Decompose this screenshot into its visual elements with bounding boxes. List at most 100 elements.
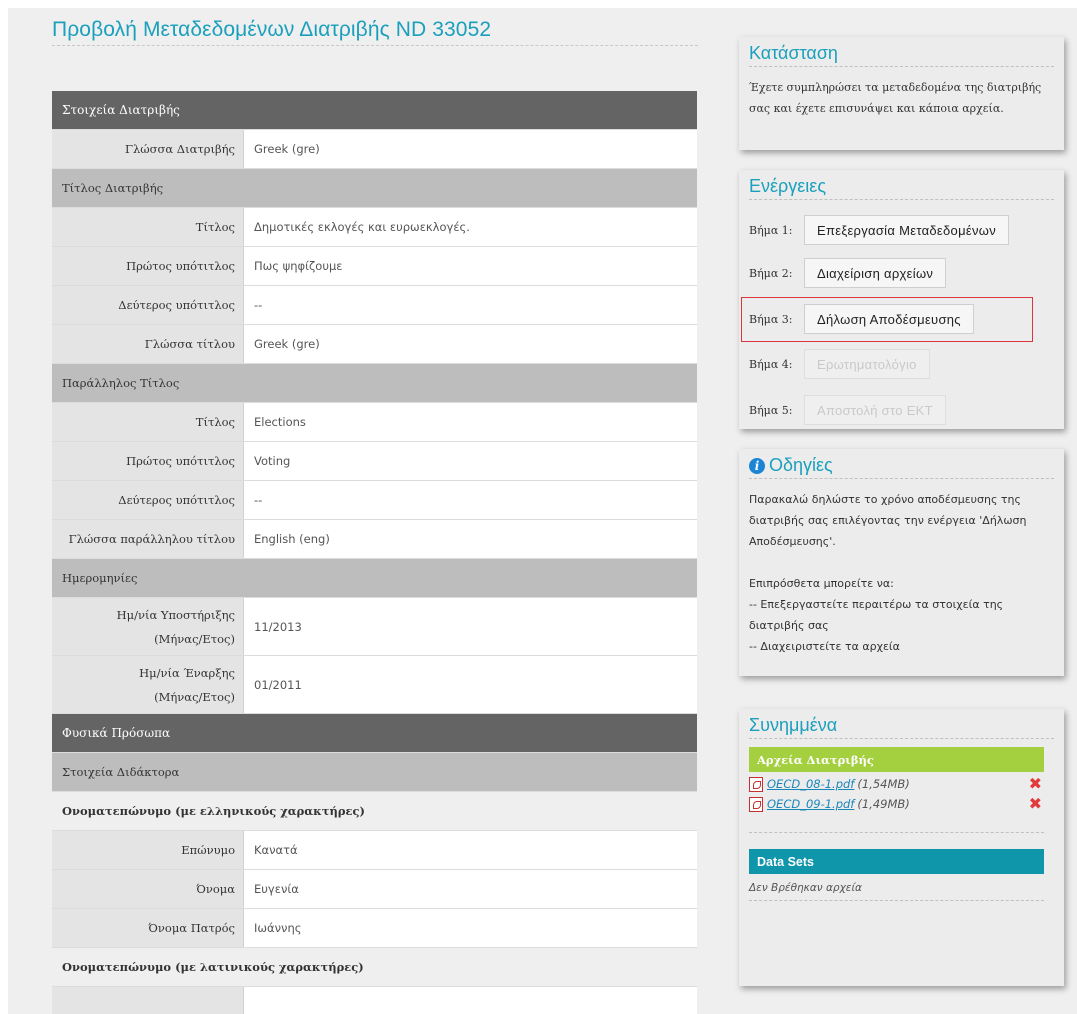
step-label: Βήμα 3: xyxy=(749,312,793,326)
row-label: Πρώτος υπότιτλος xyxy=(52,247,244,285)
row-value: 01/2011 xyxy=(244,656,697,713)
instructions-text: Παρακαλώ δηλώστε το χρόνο αποδέσμευσης τ… xyxy=(749,489,1054,663)
row-label: Γλώσσα παράλληλου τίτλου xyxy=(52,520,244,558)
instructions-line: Παρακαλώ δηλώστε το χρόνο αποδέσμευσης τ… xyxy=(749,493,1027,548)
table-row: Τίτλος Δημοτικές εκλογές και ευρωεκλογές… xyxy=(52,208,697,247)
row-value xyxy=(244,987,697,1014)
row-label: Όνομα xyxy=(52,870,244,908)
table-row: Τίτλος Elections xyxy=(52,403,697,442)
row-label: Τίτλος xyxy=(52,208,244,246)
instructions-panel-title: i Οδηγίες xyxy=(749,449,1054,479)
actions-panel: Ενέργειες Βήμα 1: Επεξεργασία Μεταδεδομέ… xyxy=(739,170,1064,429)
step-2: Βήμα 2: Διαχείριση αρχείων xyxy=(749,258,947,288)
page-background: Προβολή Μεταδεδομένων Διατριβής ND 33052… xyxy=(8,8,1077,1014)
row-label: Δεύτερος υπότιτλος xyxy=(52,286,244,324)
file-size: (1,54MB) xyxy=(857,777,910,791)
row-label: Ημ/νία Υποστήριξης (Μήνας/Ετος) xyxy=(52,598,244,655)
section-persons-header: Φυσικά Πρόσωπα xyxy=(52,714,697,753)
status-text: Έχετε συμπληρώσει τα μεταδεδομένα της δι… xyxy=(749,81,1042,115)
actions-panel-title: Ενέργειες xyxy=(749,170,1054,200)
file-link[interactable]: OECD_08-1.pdf xyxy=(767,777,854,791)
section-title-header: Τίτλος Διατριβής xyxy=(52,169,697,208)
table-row: Ημ/νία Έναρξης (Μήνας/Ετος) 01/2011 xyxy=(52,656,697,714)
edit-metadata-button[interactable]: Επεξεργασία Μεταδεδομένων xyxy=(804,215,1010,245)
page-title: Προβολή Μεταδεδομένων Διατριβής ND 33052 xyxy=(52,18,698,46)
table-row: Όνομα Ευγενία xyxy=(52,870,697,909)
section-thesis-header: Στοιχεία Διατριβής xyxy=(52,91,697,130)
datasets-empty-note: Δεν Βρέθηκαν αρχεία xyxy=(749,882,1044,901)
row-label xyxy=(52,987,244,1014)
step-label: Βήμα 5: xyxy=(749,403,793,417)
pdf-icon xyxy=(749,796,763,812)
row-value: -- xyxy=(244,286,697,324)
thesis-files-header: Αρχεία Διατριβής xyxy=(749,747,1044,772)
table-row: Επώνυμο Κανατά xyxy=(52,831,697,870)
send-to-ekt-button[interactable]: Αποστολή στο ΕΚΤ xyxy=(804,395,946,425)
row-value: Elections xyxy=(244,403,697,441)
metadata-table: Στοιχεία Διατριβής Γλώσσα Διατριβής Gree… xyxy=(52,91,697,1014)
instructions-panel: i Οδηγίες Παρακαλώ δηλώστε το χρόνο αποδ… xyxy=(739,449,1064,676)
status-panel: Κατάσταση Έχετε συμπληρώσει τα μεταδεδομ… xyxy=(739,37,1064,150)
section-doctor-header: Στοιχεία Διδάκτορα xyxy=(52,753,697,792)
attachments-panel-title: Συνημμένα xyxy=(749,709,1054,739)
step-3: Βήμα 3: Δήλωση Αποδέσμευσης xyxy=(749,304,974,334)
section-dates-header: Ημερομηνίες xyxy=(52,559,697,598)
table-row: Γλώσσα Διατριβής Greek (gre) xyxy=(52,130,697,169)
row-label-line: Ημ/νία Υποστήριξης xyxy=(116,607,235,622)
table-row: Πρώτος υπότιτλος Voting xyxy=(52,442,697,481)
row-value: Greek (gre) xyxy=(244,130,697,168)
table-row: Γλώσσα παράλληλου τίτλου English (eng) xyxy=(52,520,697,559)
step-4: Βήμα 4: Ερωτηματολόγιο xyxy=(749,349,930,379)
page-title-text: Προβολή Μεταδεδομένων Διατριβής ND 33052 xyxy=(52,18,492,41)
row-label: Πρώτος υπότιτλος xyxy=(52,442,244,480)
section-name-greek-header: Ονοματεπώνυμο (με ελληνικούς χαρακτήρες) xyxy=(52,792,697,831)
questionnaire-button[interactable]: Ερωτηματολόγιο xyxy=(804,349,930,379)
section-parallel-title-header: Παράλληλος Τίτλος xyxy=(52,364,697,403)
row-label-line: (Μήνας/Ετος) xyxy=(154,631,235,646)
table-row xyxy=(52,987,697,1014)
table-row: Δεύτερος υπότιτλος -- xyxy=(52,481,697,520)
delete-icon[interactable]: ✖ xyxy=(1029,796,1042,812)
step-label: Βήμα 2: xyxy=(749,266,793,280)
manage-files-button[interactable]: Διαχείριση αρχείων xyxy=(804,258,947,288)
row-value: English (eng) xyxy=(244,520,697,558)
instructions-line: Επιπρόσθετα μπορείτε να: xyxy=(749,577,894,590)
row-label: Γλώσσα Διατριβής xyxy=(52,130,244,168)
step-1: Βήμα 1: Επεξεργασία Μεταδεδομένων xyxy=(749,215,1010,245)
divider xyxy=(749,812,1044,833)
row-value: Voting xyxy=(244,442,697,480)
row-label: Δεύτερος υπότιτλος xyxy=(52,481,244,519)
row-value: Δημοτικές εκλογές και ευρωεκλογές. xyxy=(244,208,697,246)
file-item: OECD_08-1.pdf (1,54MB) ✖ xyxy=(749,776,1044,792)
file-item: OECD_09-1.pdf (1,49MB) ✖ xyxy=(749,796,1044,812)
row-label-line: Ημ/νία Έναρξης xyxy=(139,665,235,680)
step-5: Βήμα 5: Αποστολή στο ΕΚΤ xyxy=(749,395,946,425)
instructions-line: -- Διαχειριστείτε τα αρχεία xyxy=(749,640,900,653)
instructions-title-text: Οδηγίες xyxy=(769,455,833,475)
step-label: Βήμα 1: xyxy=(749,223,793,237)
row-value: Κανατά xyxy=(244,831,697,869)
status-panel-title: Κατάσταση xyxy=(749,37,1054,67)
pdf-icon xyxy=(749,776,763,792)
file-link[interactable]: OECD_09-1.pdf xyxy=(767,797,854,811)
row-label: Γλώσσα τίτλου xyxy=(52,325,244,363)
row-label: Επώνυμο xyxy=(52,831,244,869)
row-label: Ημ/νία Έναρξης (Μήνας/Ετος) xyxy=(52,656,244,713)
release-declaration-button[interactable]: Δήλωση Αποδέσμευσης xyxy=(804,304,974,334)
row-label-line: (Μήνας/Ετος) xyxy=(154,689,235,704)
row-value: Ιωάννης xyxy=(244,909,697,947)
row-value: Πως ψηφίζουμε xyxy=(244,247,697,285)
step-label: Βήμα 4: xyxy=(749,357,793,371)
info-icon: i xyxy=(749,457,765,474)
table-row: Ημ/νία Υποστήριξης (Μήνας/Ετος) 11/2013 xyxy=(52,598,697,656)
table-row: Όνομα Πατρός Ιωάννης xyxy=(52,909,697,948)
table-row: Γλώσσα τίτλου Greek (gre) xyxy=(52,325,697,364)
row-value: 11/2013 xyxy=(244,598,697,655)
file-size: (1,49MB) xyxy=(857,797,910,811)
table-row: Δεύτερος υπότιτλος -- xyxy=(52,286,697,325)
row-value: Greek (gre) xyxy=(244,325,697,363)
delete-icon[interactable]: ✖ xyxy=(1029,776,1042,792)
datasets-header: Data Sets xyxy=(749,849,1044,874)
